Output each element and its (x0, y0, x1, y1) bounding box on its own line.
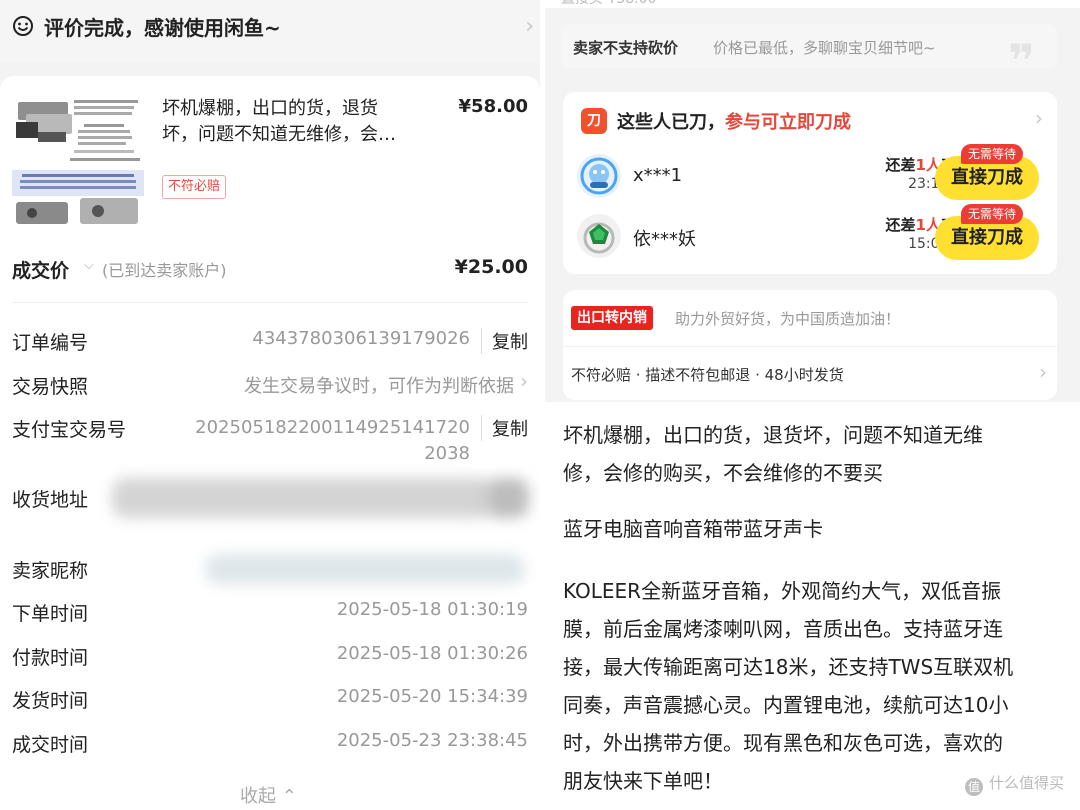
speaker-product-image (12, 92, 144, 228)
trade-snapshot-hint: 发生交易争议时，可作为判断依据 (244, 376, 514, 397)
export-domestic-slogan: 助力外贸好货，为中国质造加油！ (675, 310, 901, 328)
ship-time-label: 发货时间 (12, 690, 89, 712)
blurred-address-icon (485, 478, 529, 518)
knife-icon: 刀 (581, 108, 607, 134)
payment-time-row: 付款时间 2025-05-18 01:30:26 (12, 640, 528, 670)
bargain-row: 依***妖 还差1人刀成 15:00:33 直接刀成 无需等待 (577, 204, 1047, 260)
product-title[interactable]: 坏机爆棚，出口的货，退货 坏，问题不知道无维修，会… (162, 96, 432, 148)
alipay-trade-number-value: 20250518220011492514172​0 2038 (195, 417, 470, 464)
copy-alipay-number-button[interactable]: 复制 (481, 415, 528, 441)
avatar (577, 214, 621, 258)
no-bargain-notice: 卖家不支持砍价 价格已最低，多聊聊宝贝细节吧~ ❞ (561, 24, 1057, 84)
avatar (577, 154, 621, 198)
shipping-address-label: 收货地址 (12, 489, 89, 511)
cut-off-price-text: 直接买 ¥58.00 (561, 0, 656, 8)
order-detail-panel: 评价完成，感谢使用闲鱼~ › 坏机爆棚，出口的货，退货 坏，问题不知道无维修，会… (0, 0, 540, 810)
description-paragraph: 蓝牙电脑音响音箱带蓝牙声卡 (563, 517, 823, 541)
blurred-address (112, 478, 492, 518)
chevron-right-icon: › (525, 14, 534, 39)
ship-time-row: 发货时间 2025-05-20 15:34:39 (12, 683, 528, 713)
chevron-right-icon[interactable]: › (1035, 106, 1043, 130)
copy-order-number-button[interactable]: 复制 (481, 328, 528, 354)
alipay-trade-number-label: 支付宝交易号 (12, 419, 127, 441)
quote-mark-icon: ❞ (1008, 34, 1035, 88)
deal-price-note: (已到达卖家账户) (102, 261, 227, 280)
deal-price-row: 成交价 ⌵ (已到达卖家账户) ¥25.00 (12, 254, 528, 284)
group-bargain-title[interactable]: 这些人已刀，参与可立即刀成 (617, 108, 851, 134)
top-cut-strip: 直接买 ¥58.00 (545, 0, 1080, 8)
product-detail-panel: 直接买 ¥58.00 卖家不支持砍价 价格已最低，多聊聊宝贝细节吧~ ❞ 刀 这… (545, 0, 1080, 810)
order-time-value: 2025-05-18 01:30:19 (336, 599, 528, 620)
deal-time-label: 成交时间 (12, 734, 89, 756)
deal-time-value: 2025-05-23 23:38:45 (336, 730, 528, 751)
no-bargain-label: 卖家不支持砍价 (573, 39, 679, 57)
site-watermark: 值什么值得买 (964, 772, 1064, 796)
alipay-trade-number-row: 支付宝交易号 20250518220011492514172​0 2038 复制 (12, 412, 528, 472)
no-wait-badge: 无需等待 (961, 204, 1024, 224)
order-number-row: 订单编号 4343780306139179026 复制 (12, 325, 528, 355)
product-price: ¥58.00 (458, 96, 528, 117)
ship-time-value: 2025-05-20 15:34:39 (336, 686, 528, 707)
order-number-value: 4343780306139179026 (252, 328, 470, 349)
blurred-seller-nickname (205, 554, 525, 584)
order-number-label: 订单编号 (12, 332, 89, 354)
review-complete-banner[interactable]: 评价完成，感谢使用闲鱼~ › (0, 0, 540, 62)
bargain-row: x***1 还差1人刀成 23:18:12 直接刀成 无需等待 (577, 144, 1047, 200)
product-thumbnail[interactable] (12, 92, 144, 228)
description-paragraph: 坏机爆棚，出口的货，退货坏，问题不知道无维 修，会修的购买，不会维修的不要买 (563, 423, 983, 485)
group-bargain-card: 刀 这些人已刀，参与可立即刀成 › x***1 还差1人刀成 23:18:12 … (563, 92, 1057, 274)
smile-icon (13, 16, 33, 36)
chevron-right-icon: › (1039, 360, 1047, 384)
product-description: 坏机爆棚，出口的货，退货坏，问题不知道无维 修，会修的购买，不会维修的不要买 蓝… (545, 402, 1080, 810)
watermark-logo-icon: 值 (964, 778, 983, 796)
divider (12, 302, 528, 303)
nonconform-guarantee-tag: 不符必赔 (162, 175, 227, 199)
divider (563, 346, 1057, 347)
no-bargain-hint: 价格已最低，多聊聊宝贝细节吧~ (713, 39, 936, 57)
collapse-button[interactable]: 收起 ⌃ (240, 782, 297, 808)
export-domestic-tag: 出口转内销 (571, 306, 653, 330)
no-wait-badge: 无需等待 (961, 144, 1024, 164)
chevron-up-icon: ⌃ (281, 786, 297, 807)
order-time-row: 下单时间 2025-05-18 01:30:19 (12, 596, 528, 626)
deal-price-label: 成交价 (12, 260, 70, 282)
trade-snapshot-label: 交易快照 (12, 376, 89, 398)
deal-time-row: 成交时间 2025-05-23 23:38:45 (12, 727, 528, 757)
review-complete-text: 评价完成，感谢使用闲鱼~ (44, 16, 281, 40)
deal-price-value: ¥25.00 (454, 256, 528, 278)
payment-time-value: 2025-05-18 01:30:26 (336, 643, 528, 664)
export-to-domestic-card[interactable]: 出口转内销 助力外贸好货，为中国质造加油！ 不符必赔 · 描述不符包邮退 · 4… (563, 290, 1057, 400)
trade-snapshot-row[interactable]: 交易快照 发生交易争议时，可作为判断依据 › (12, 369, 528, 399)
chevron-right-icon: › (520, 369, 528, 393)
order-time-label: 下单时间 (12, 603, 89, 625)
service-guarantees: 不符必赔 · 描述不符包邮退 · 48小时发货 (571, 366, 844, 384)
bargain-user-name: 依***妖 (633, 229, 696, 250)
chevron-down-icon[interactable]: ⌵ (84, 258, 94, 273)
seller-nickname-label: 卖家昵称 (12, 560, 89, 582)
description-paragraph: KOLEER全新蓝牙音箱，外观简约大气，双低音振 膜，前后金属烤漆喇叭网，音质出… (563, 579, 1014, 793)
payment-time-label: 付款时间 (12, 647, 89, 669)
bargain-user-name: x***1 (633, 165, 683, 186)
